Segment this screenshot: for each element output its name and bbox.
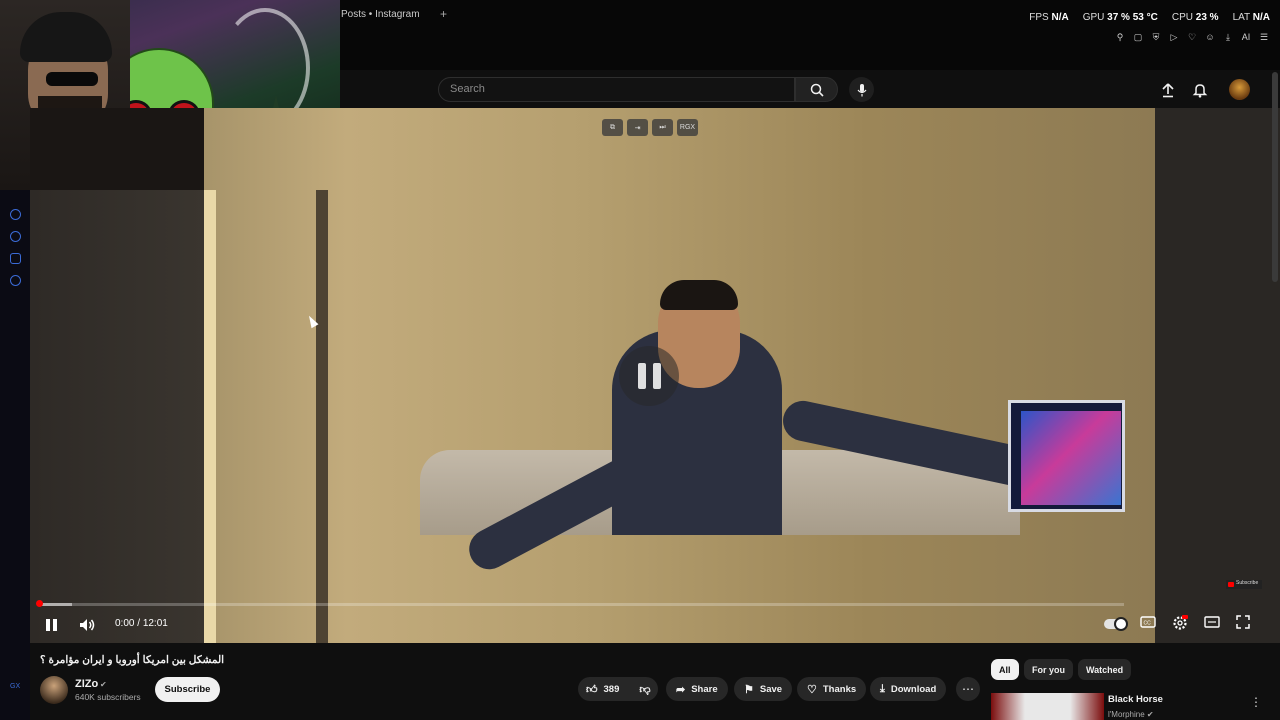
gpu-stat: GPU 37 % 53 °C bbox=[1082, 12, 1158, 23]
search-icon bbox=[810, 83, 824, 97]
menu-icon[interactable]: ☰ bbox=[1258, 31, 1270, 43]
gx-logo: GX bbox=[10, 683, 21, 690]
bookmark-icon: ⚑ bbox=[744, 683, 754, 696]
subscribe-watermark[interactable]: Subscribe bbox=[1226, 580, 1262, 589]
progress-bar[interactable] bbox=[38, 603, 1124, 606]
autoplay-toggle[interactable] bbox=[1104, 617, 1128, 631]
snapshot-icon[interactable]: ▢ bbox=[1132, 31, 1144, 43]
download-arrow-icon: ⤓ bbox=[880, 682, 885, 695]
thanks-icon: ♡ bbox=[807, 683, 817, 696]
browser-tab-instagram[interactable]: Posts • Instagram bbox=[341, 9, 420, 20]
chip-all[interactable]: All bbox=[991, 659, 1019, 680]
time-display: 0:00 / 12:01 bbox=[115, 618, 168, 629]
related-video-thumbnail[interactable] bbox=[991, 693, 1104, 720]
verified-icon: ✔ bbox=[1146, 710, 1154, 719]
voice-search-button[interactable] bbox=[849, 77, 874, 102]
download-icon[interactable]: ⤓ bbox=[1222, 31, 1234, 43]
video-quick-tools: ⧉ ⇥ ⏭ RGX bbox=[602, 119, 698, 136]
chip-watched[interactable]: Watched bbox=[1078, 659, 1132, 680]
player-icon[interactable] bbox=[10, 209, 21, 220]
fps-stat: FPS N/A bbox=[1029, 12, 1069, 23]
subscriber-count: 640K subscribers bbox=[75, 692, 141, 702]
new-tab-button[interactable]: + bbox=[440, 7, 447, 21]
dislike-icon[interactable]: 👎︎ bbox=[639, 683, 650, 696]
channel-name[interactable]: ZIZo bbox=[75, 678, 98, 690]
pause-overlay-icon[interactable] bbox=[619, 346, 679, 406]
settings-gear-icon[interactable] bbox=[1172, 615, 1190, 633]
browser-toolbar: ⚲ ▢ ⛨ ▷ ♡ ☺ ⤓ AI ☰ bbox=[1114, 31, 1270, 43]
ai-button[interactable]: AI bbox=[1240, 31, 1252, 43]
share-button[interactable]: ➦ Share bbox=[666, 677, 728, 701]
video-tv bbox=[1008, 400, 1125, 512]
video-title: المشكل بين امريكا أوروبا و ايران مؤامرة … bbox=[40, 654, 225, 666]
cpu-stat: CPU 23 % bbox=[1171, 12, 1219, 23]
chip-for-you[interactable]: For you bbox=[1024, 659, 1073, 680]
volume-icon[interactable] bbox=[78, 616, 96, 639]
channel-avatar[interactable] bbox=[40, 676, 68, 704]
progress-buffer bbox=[38, 603, 72, 606]
snap-button[interactable]: ⇥ bbox=[627, 119, 648, 136]
search-input[interactable]: Search bbox=[450, 78, 485, 101]
account-avatar[interactable] bbox=[1229, 79, 1250, 100]
pause-button[interactable] bbox=[42, 616, 60, 634]
heart-icon[interactable]: ♡ bbox=[1186, 31, 1198, 43]
play-icon[interactable]: ▷ bbox=[1168, 31, 1180, 43]
related-video-title[interactable]: Black Horse bbox=[1108, 694, 1163, 705]
related-video-menu-icon[interactable]: ⋮ bbox=[1250, 695, 1262, 709]
history-icon[interactable] bbox=[10, 231, 21, 242]
upload-icon[interactable] bbox=[1160, 82, 1176, 103]
search-button[interactable] bbox=[795, 77, 838, 102]
theater-mode-icon[interactable] bbox=[1204, 615, 1222, 633]
related-video-channel: l'Morphine ✔ bbox=[1108, 710, 1154, 719]
subscribe-button[interactable]: Subscribe bbox=[155, 677, 220, 702]
search-box[interactable]: Search bbox=[438, 77, 795, 102]
like-icon[interactable]: 👍︎ bbox=[586, 683, 598, 696]
thanks-button[interactable]: ♡ Thanks bbox=[797, 677, 867, 701]
profile-icon[interactable]: ☺ bbox=[1204, 31, 1216, 43]
fullscreen-icon[interactable] bbox=[1236, 615, 1254, 633]
more-actions-button[interactable]: ⋯ bbox=[956, 677, 980, 701]
share-icon: ➦ bbox=[676, 683, 686, 696]
like-dislike-group: 👍︎ 389 👎︎ bbox=[578, 677, 658, 701]
progress-scrubber[interactable] bbox=[36, 600, 43, 607]
captions-icon[interactable]: CC bbox=[1140, 615, 1158, 633]
download-button[interactable]: ⤓ Download bbox=[870, 677, 947, 701]
verified-icon: ✔ bbox=[100, 680, 107, 689]
save-button[interactable]: ⚑ Save bbox=[734, 677, 793, 701]
performance-readout: FPS N/A GPU 37 % 53 °C CPU 23 % LAT N/A bbox=[1029, 12, 1270, 23]
extensions-icon[interactable] bbox=[10, 253, 21, 264]
pin-icon[interactable]: ⚲ bbox=[1114, 31, 1126, 43]
lat-stat: LAT N/A bbox=[1232, 12, 1270, 23]
microphone-icon bbox=[857, 83, 866, 96]
svg-text:CC: CC bbox=[1144, 621, 1152, 627]
rgx-button[interactable]: RGX bbox=[677, 119, 698, 136]
popout-button[interactable]: ⧉ bbox=[602, 119, 623, 136]
shield-icon[interactable]: ⛨ bbox=[1150, 31, 1162, 43]
skip-button[interactable]: ⏭ bbox=[652, 119, 673, 136]
like-count[interactable]: 389 bbox=[604, 684, 620, 695]
settings-icon[interactable] bbox=[10, 275, 21, 286]
gx-sidebar bbox=[0, 190, 30, 720]
notifications-bell-icon[interactable] bbox=[1192, 82, 1208, 103]
page-scrollbar[interactable] bbox=[1272, 72, 1278, 282]
